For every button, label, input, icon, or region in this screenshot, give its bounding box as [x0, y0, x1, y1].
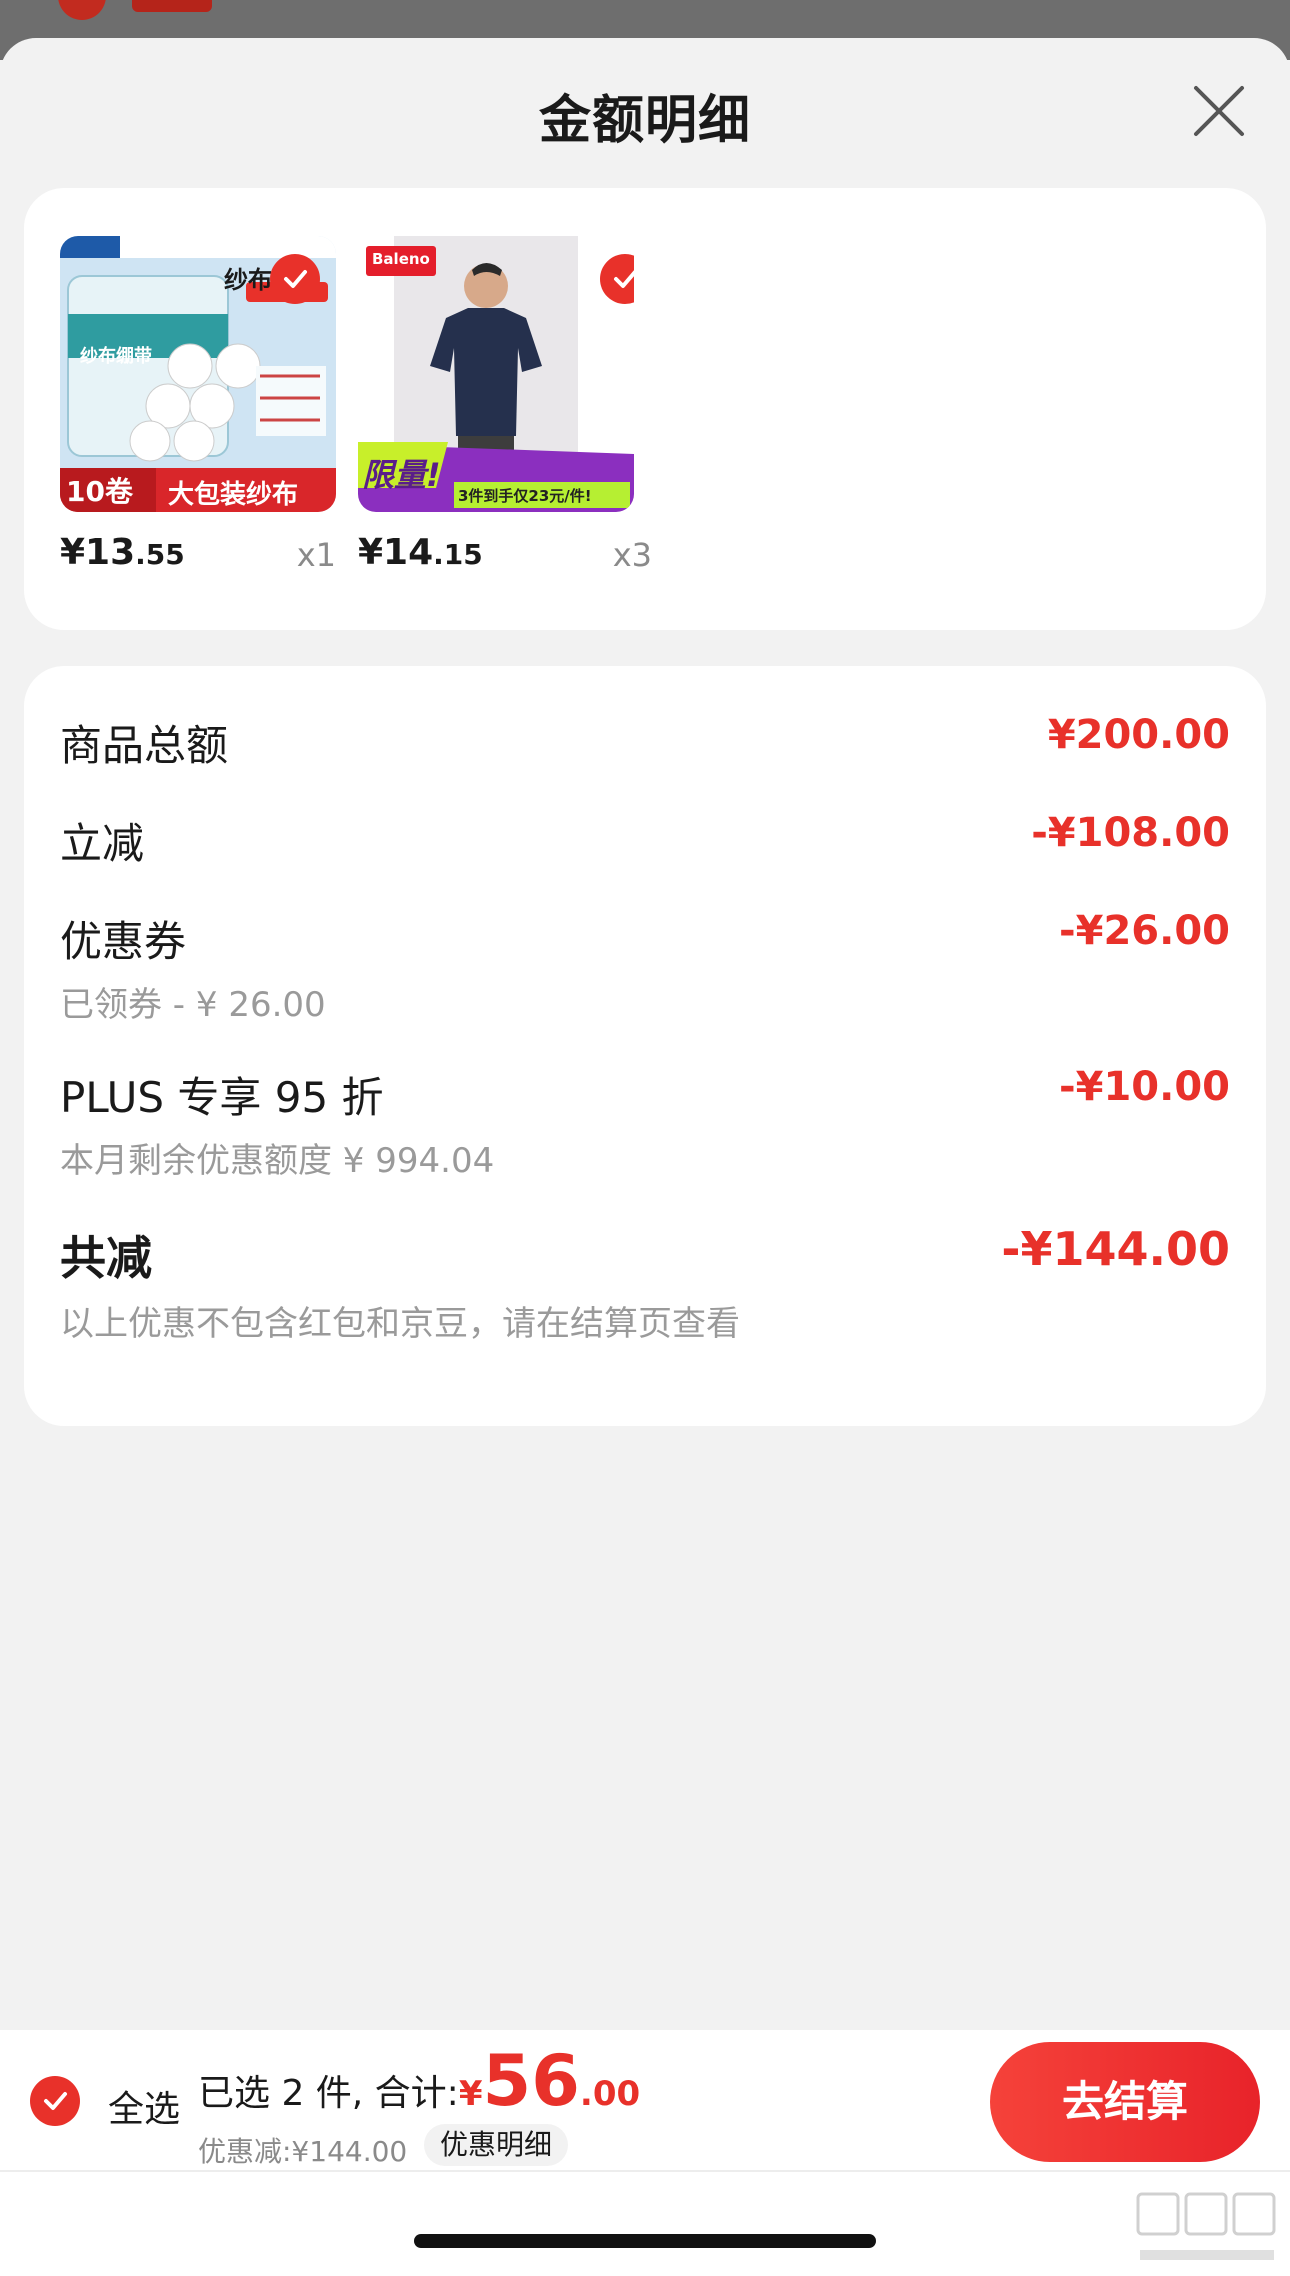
total-dec: .00	[579, 2074, 641, 2114]
product-qty: x1	[296, 536, 336, 574]
product-item[interactable]: Baleno 限量! 3件到手仅23元/件! ¥14.15 x3	[358, 236, 652, 574]
total-yen: ¥	[458, 2074, 483, 2114]
plus-value: -¥10.00	[1059, 1064, 1230, 1110]
plus-label: PLUS 专享 95 折	[60, 1073, 384, 1122]
product-price-int: ¥13	[60, 532, 136, 573]
discount-summary: 优惠减:¥144.00	[198, 2135, 408, 2168]
gauze-package-title: 纱布绷带	[80, 346, 152, 367]
home-indicator	[414, 2234, 876, 2248]
coupon-sub: 已领券 - ¥ 26.00	[60, 985, 326, 1025]
select-all-checkbox[interactable]	[30, 2076, 80, 2126]
discount-detail-chip[interactable]: 优惠明细	[424, 2124, 569, 2166]
total-int: 56	[482, 2040, 580, 2122]
goods-total-value: ¥200.00	[1047, 712, 1230, 758]
product-item[interactable]: 10卷 大包装纱布 纱布绷带 纱布 ¥13.55 x1	[60, 236, 336, 574]
coupon-value: -¥26.00	[1059, 908, 1230, 954]
sheet-title: 金额明细	[538, 91, 751, 151]
plus-sub: 本月剩余优惠额度 ¥ 994.04	[60, 1141, 495, 1181]
tshirt-promo: 限量!	[362, 456, 441, 494]
coupon-row: 优惠券 已领券 - ¥ 26.00 -¥26.00	[60, 908, 1230, 1026]
watermark-logo	[1136, 2192, 1276, 2260]
close-icon	[1194, 86, 1244, 136]
select-all-label[interactable]: 全选	[108, 2080, 180, 2132]
summary-prefix: 已选 2 件, 合计:	[198, 2073, 459, 2114]
gauze-badge-text: 大包装纱布	[168, 480, 299, 510]
products-card: 10卷 大包装纱布 纱布绷带 纱布 ¥13.55 x1 Baleno 限量! 3…	[24, 188, 1266, 630]
goods-total-row: 商品总额 ¥200.00	[60, 712, 1230, 773]
gauze-header-title: 纱布	[224, 266, 272, 294]
checkmark-icon	[614, 270, 634, 288]
total-discount-value: -¥144.00	[1001, 1222, 1230, 1276]
product-qty: x3	[612, 536, 652, 574]
tshirt-product-image[interactable]: Baleno 限量! 3件到手仅23元/件!	[358, 236, 634, 512]
tshirt-brand: Baleno	[372, 250, 430, 268]
product-price-int: ¥14	[358, 532, 434, 573]
coupon-label: 优惠券	[60, 917, 187, 966]
product-price: ¥14.15	[358, 532, 483, 573]
selection-summary: 已选 2 件, 合计: ¥56.00	[198, 2046, 640, 2116]
checkout-button[interactable]: 去结算	[990, 2042, 1260, 2162]
bottom-divider	[0, 2170, 1290, 2172]
product-price-dec: .15	[433, 538, 483, 571]
amount-breakdown-card: 商品总额 ¥200.00 立减 -¥108.00 优惠券 已领券 - ¥ 26.…	[24, 666, 1266, 1426]
gauze-badge-count: 10卷	[66, 475, 133, 508]
instant-discount-value: -¥108.00	[1031, 810, 1230, 856]
plus-row: PLUS 专享 95 折 本月剩余优惠额度 ¥ 994.04 -¥10.00	[60, 1064, 1230, 1182]
checkmark-icon	[44, 2092, 67, 2110]
product-price: ¥13.55	[60, 532, 185, 573]
backdrop-shop-tag	[132, 0, 212, 12]
backdrop-checkbox	[58, 0, 106, 20]
tshirt-promo-sub: 3件到手仅23元/件!	[458, 487, 592, 505]
amount-detail-sheet: 金额明细 10卷 大包装纱布 纱布绷带 纱布 ¥13.55 x1 Baleno …	[0, 38, 1290, 2276]
gauze-bandage-product-image[interactable]: 10卷 大包装纱布 纱布绷带 纱布	[60, 236, 336, 512]
instant-discount-row: 立减 -¥108.00	[60, 810, 1230, 871]
total-discount-row: 共减 以上优惠不包含红包和京豆，请在结算页查看 -¥144.00	[60, 1222, 1230, 1345]
product-price-dec: .55	[135, 538, 185, 571]
close-button[interactable]	[1190, 82, 1248, 140]
checkmark-icon	[284, 270, 307, 288]
product-checkbox[interactable]	[270, 254, 320, 304]
total-discount-note: 以上优惠不包含红包和京豆，请在结算页查看	[60, 1304, 740, 1344]
